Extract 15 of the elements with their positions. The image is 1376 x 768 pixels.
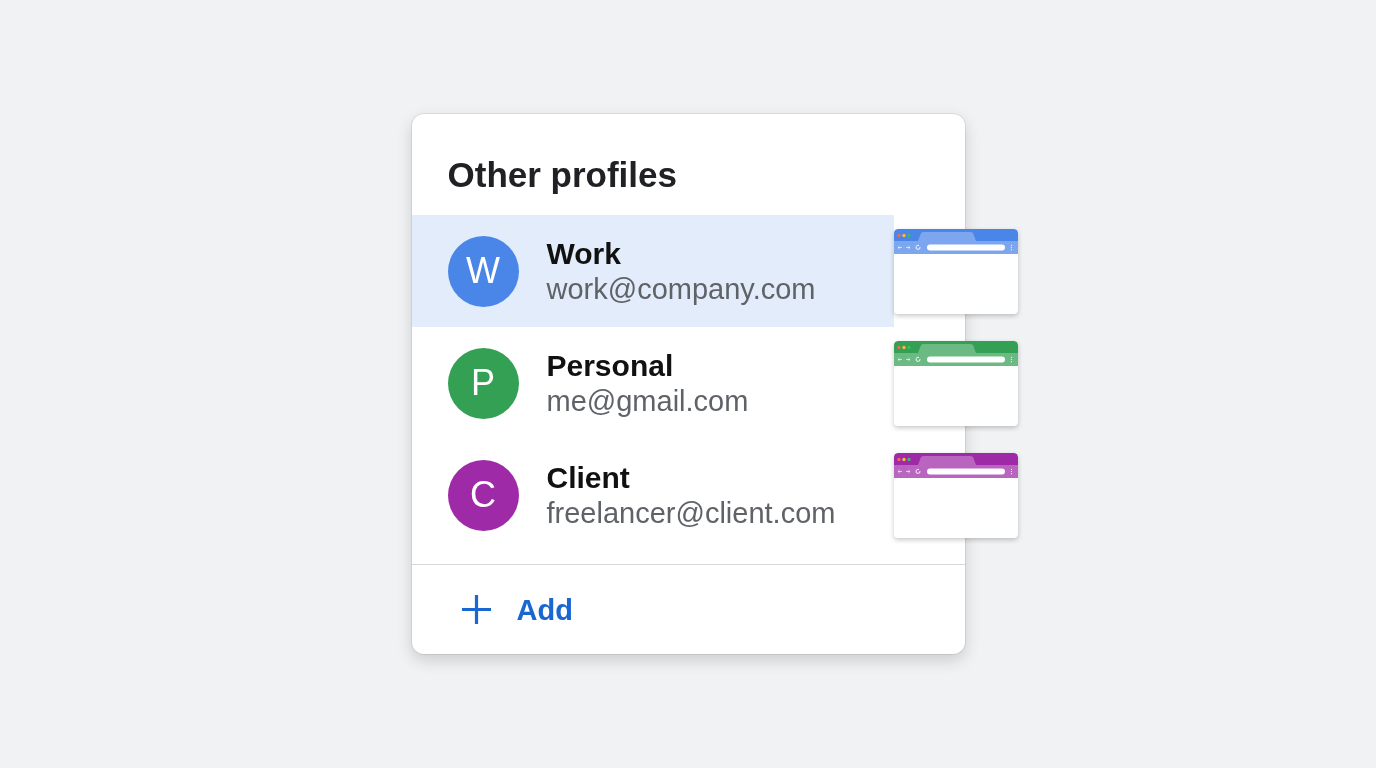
profile-row[interactable]: P Personal me@gmail.com xyxy=(411,327,894,439)
profile-row[interactable]: C Client freelancer@client.com xyxy=(411,439,894,551)
profile-email: me@gmail.com xyxy=(546,384,749,418)
avatar: P xyxy=(447,347,519,419)
avatar: C xyxy=(447,459,519,531)
profile-name: Personal xyxy=(546,348,675,384)
add-button[interactable]: Add xyxy=(461,592,573,627)
profile-row[interactable]: W Work work@company.com xyxy=(411,215,894,327)
plus-icon xyxy=(461,595,491,624)
profile-name: Work xyxy=(546,236,622,272)
panel-title: Other profiles xyxy=(447,154,678,196)
profile-email: freelancer@client.com xyxy=(546,496,836,530)
profile-email: work@company.com xyxy=(546,272,816,306)
avatar: W xyxy=(447,235,519,307)
profile-name: Client xyxy=(546,460,631,496)
